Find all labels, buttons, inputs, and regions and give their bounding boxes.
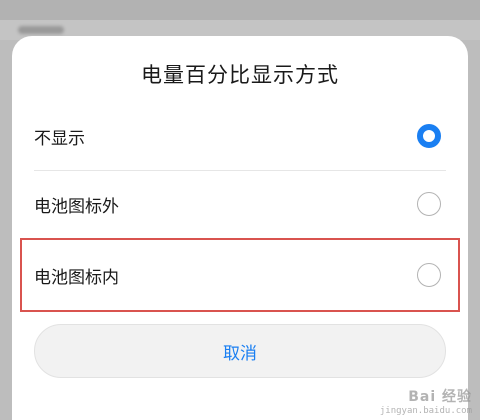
- background-status-strip: [0, 0, 480, 20]
- battery-percentage-dialog: 电量百分比显示方式 不显示 电池图标外 电池图标内 取消: [12, 36, 468, 420]
- watermark: Bai 经验 jingyan.baidu.com: [380, 386, 472, 416]
- background-blurred-text: [18, 26, 64, 34]
- background-app-header: [0, 0, 480, 40]
- dialog-title: 电量百分比显示方式: [141, 63, 339, 87]
- watermark-logo-text: Bai 经验: [408, 389, 472, 405]
- cancel-button[interactable]: 取消: [34, 324, 446, 378]
- option-hide[interactable]: 不显示: [12, 102, 468, 170]
- option-label: 电池图标外: [34, 196, 119, 217]
- watermark-url: jingyan.baidu.com: [379, 406, 472, 416]
- radio-selected-icon[interactable]: [417, 124, 441, 148]
- radio-unselected-icon[interactable]: [417, 192, 441, 216]
- option-outside-battery-icon[interactable]: 电池图标外: [12, 170, 468, 238]
- option-label: 不显示: [34, 128, 85, 149]
- highlight-annotation-box: [20, 238, 460, 312]
